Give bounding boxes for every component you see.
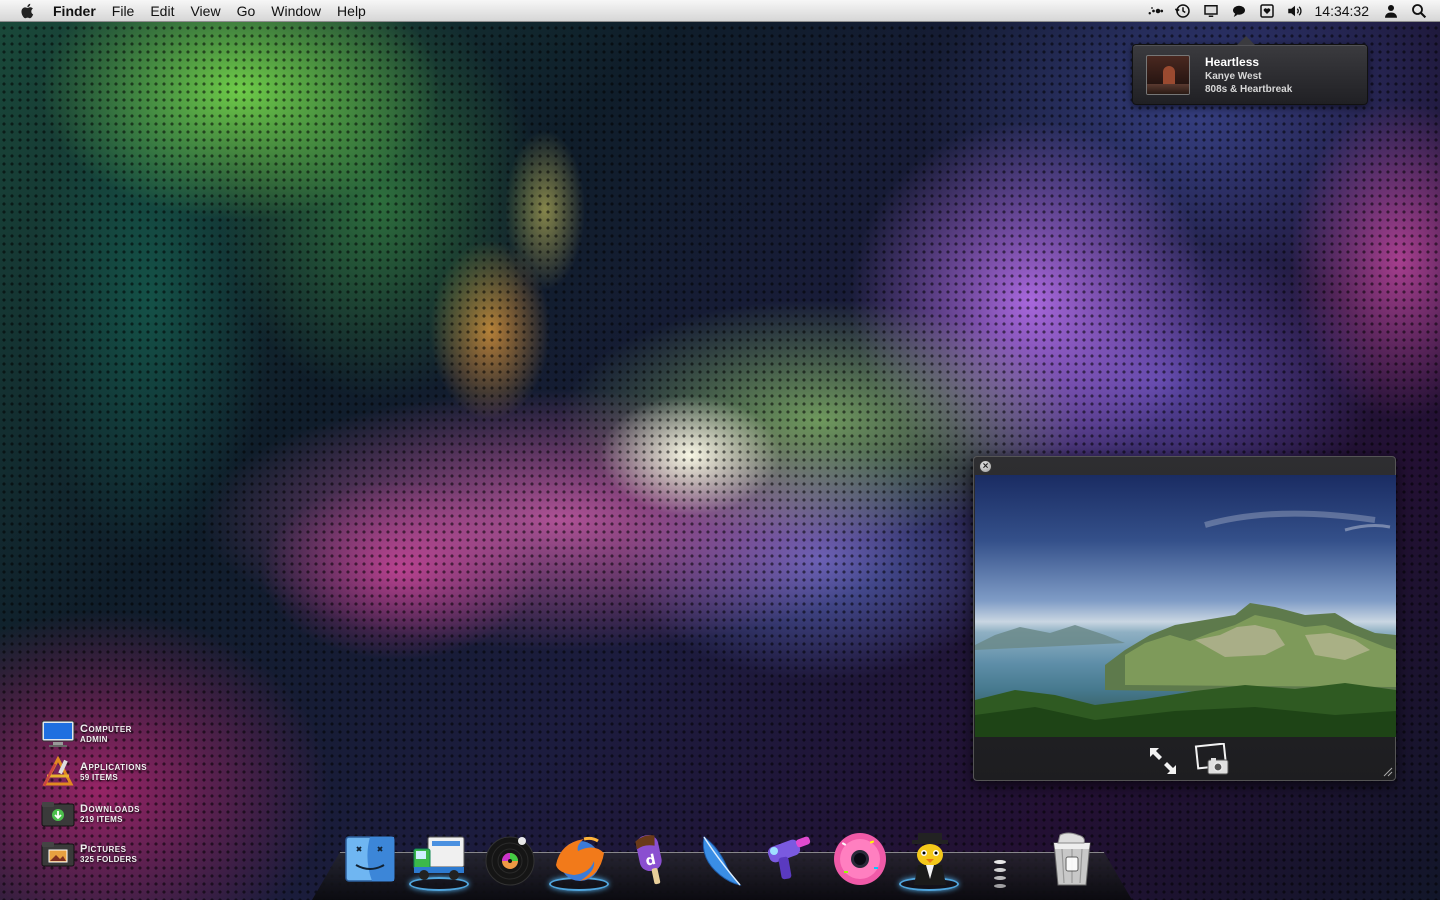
dock-item-feather-quill[interactable] — [688, 826, 752, 892]
delivery-truck-icon — [413, 836, 465, 880]
menu-help[interactable]: Help — [329, 0, 374, 22]
menu-edit[interactable]: Edit — [142, 0, 182, 22]
volume-icon[interactable] — [1284, 0, 1306, 22]
dock-item-record-player[interactable] — [478, 826, 542, 892]
shortcut-downloads-subtitle: 219 items — [80, 815, 123, 824]
dock-item-ray-gun[interactable] — [758, 826, 822, 892]
dock-item-delivery-truck[interactable] — [408, 826, 472, 892]
dock-item-trash[interactable] — [1040, 826, 1104, 892]
pictures-folder-icon — [38, 837, 78, 871]
record-player-icon — [485, 836, 535, 886]
shortcut-pictures-subtitle: 325 folders — [80, 855, 138, 864]
shortcut-pictures-title: Pictures — [80, 843, 127, 855]
dock-item-finder[interactable] — [338, 826, 402, 892]
shortcut-computer-title: Computer — [80, 723, 132, 735]
track-album: 808s & Heartbreak — [1205, 84, 1293, 95]
shortcut-pictures[interactable]: Pictures 325 folders — [38, 836, 137, 872]
menu-view[interactable]: View — [182, 0, 228, 22]
dock-item-penguin-adium[interactable] — [898, 826, 962, 892]
apple-menu-icon[interactable] — [19, 2, 37, 20]
ray-gun-icon — [767, 836, 811, 880]
shortcut-downloads-title: Downloads — [80, 803, 140, 815]
photo-viewer-widget[interactable]: × — [973, 456, 1396, 781]
feather-quill-icon — [702, 836, 742, 886]
camera-icon[interactable] — [1194, 743, 1230, 777]
ice-pop-icon: d — [635, 834, 662, 885]
menu-bar: Finder File Edit View Go Window Help 14:… — [0, 0, 1440, 22]
spotlight-search-icon[interactable] — [1408, 0, 1430, 22]
time-machine-icon[interactable] — [1172, 0, 1194, 22]
display-icon[interactable] — [1200, 0, 1222, 22]
chat-icon[interactable] — [1228, 0, 1250, 22]
dock-item-ice-pop[interactable]: d — [618, 826, 682, 892]
track-title: Heartless — [1205, 55, 1260, 69]
penguin-adium-icon — [912, 833, 948, 885]
shortcut-downloads[interactable]: Downloads 219 items — [38, 796, 140, 832]
heart-tray-icon[interactable] — [1256, 0, 1278, 22]
monitor-icon — [38, 717, 78, 751]
album-art — [1146, 55, 1190, 95]
trash-icon — [1053, 832, 1091, 886]
resize-handle-icon[interactable] — [1383, 767, 1393, 777]
finder-icon — [345, 836, 395, 882]
menu-file[interactable]: File — [104, 0, 143, 22]
user-icon[interactable] — [1380, 0, 1402, 22]
menu-window[interactable]: Window — [263, 0, 329, 22]
dock-item-firefox-globe[interactable] — [548, 826, 612, 892]
photo-controls — [974, 739, 1397, 781]
dock-separator — [994, 860, 1006, 888]
shortcut-computer[interactable]: Computer Admin — [38, 716, 132, 752]
menu-clock[interactable]: 14:34:32 — [1309, 3, 1378, 19]
menu-app-name[interactable]: Finder — [53, 0, 104, 22]
applications-icon — [38, 755, 78, 789]
shortcut-applications[interactable]: Applications 59 items — [38, 754, 147, 790]
bluetooth-dots-icon[interactable] — [1144, 0, 1166, 22]
shortcut-computer-subtitle: Admin — [80, 735, 108, 744]
firefox-globe-icon — [556, 836, 604, 881]
expand-icon[interactable] — [1147, 745, 1179, 777]
shortcut-applications-title: Applications — [80, 761, 148, 773]
downloads-folder-icon — [38, 797, 78, 831]
donut-itunes-icon — [834, 833, 886, 885]
menu-go[interactable]: Go — [229, 0, 264, 22]
close-icon[interactable]: × — [979, 460, 992, 473]
landscape-photo — [975, 475, 1396, 737]
dock-item-donut-itunes[interactable] — [828, 826, 892, 892]
now-playing-popup[interactable]: Heartless Kanye West 808s & Heartbreak — [1132, 36, 1368, 105]
track-artist: Kanye West — [1205, 71, 1262, 82]
popup-arrow — [1237, 36, 1255, 45]
shortcut-applications-subtitle: 59 items — [80, 773, 118, 782]
